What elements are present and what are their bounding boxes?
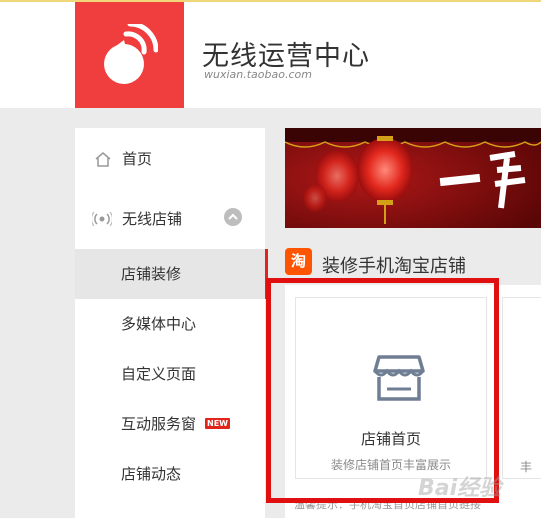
sidebar-item-label: 首页: [122, 150, 153, 168]
card-description: 丰: [520, 460, 533, 474]
sidebar-item-label: 无线店铺: [122, 210, 183, 228]
chevron-up-icon: [228, 213, 238, 220]
sidebar-item-service-window[interactable]: 互动服务窗: [75, 399, 265, 449]
sidebar-item-custom-page[interactable]: 自定义页面: [75, 349, 265, 399]
wireless-logo-icon: [104, 24, 158, 84]
section-header: 淘 装修手机淘宝店铺: [285, 248, 541, 278]
signal-icon: [92, 212, 112, 226]
sidebar-item-label: 店铺装修: [121, 265, 182, 283]
sidebar-item-label: 多媒体中心: [121, 315, 197, 333]
logo[interactable]: [75, 2, 184, 108]
sidebar-item-home[interactable]: 首页: [75, 134, 265, 184]
sidebar-item-media-center[interactable]: 多媒体中心: [75, 299, 265, 349]
collapse-button[interactable]: [224, 208, 242, 226]
sidebar: 首页 无线店铺 店铺装修 多媒体中心 自定义页面 互动服务窗 NEW 店铺动态: [75, 128, 268, 518]
sidebar-item-label: 店铺动态: [121, 465, 182, 483]
lantern-banner-image: [285, 128, 541, 228]
sidebar-item-label: 自定义页面: [121, 365, 197, 383]
sidebar-item-shop-decoration[interactable]: 店铺装修: [75, 249, 268, 299]
new-badge: NEW: [205, 418, 230, 429]
sidebar-item-shop-news[interactable]: 店铺动态: [75, 449, 265, 499]
watermark: Bai经验: [418, 476, 502, 501]
home-icon: [95, 152, 111, 167]
header: 无线运营中心 wuxian.taobao.com: [0, 2, 541, 108]
section-title: 装修手机淘宝店铺: [322, 256, 466, 277]
promo-banner[interactable]: [285, 128, 541, 228]
second-card[interactable]: [502, 297, 541, 479]
site-url: wuxian.taobao.com: [204, 68, 312, 81]
taobao-icon: 淘: [285, 248, 312, 275]
sidebar-item-wireless-shop[interactable]: 无线店铺: [75, 194, 265, 244]
sidebar-item-label: 互动服务窗: [121, 415, 197, 433]
